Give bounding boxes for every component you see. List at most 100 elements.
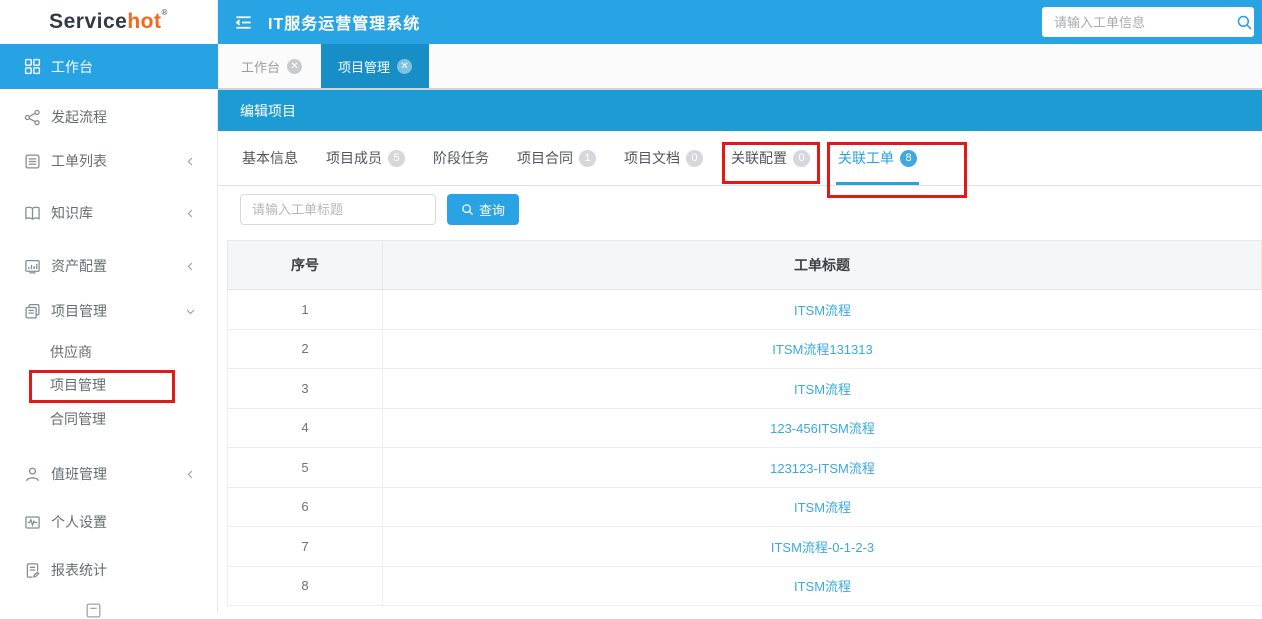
- sidebar-item-duty-management[interactable]: 值班管理: [0, 452, 218, 496]
- tab-label: 关联工单: [838, 148, 894, 168]
- row-index: 5: [228, 448, 383, 487]
- sidebar-subitem-suppliers[interactable]: 供应商: [0, 336, 218, 368]
- row-index: 1: [228, 290, 383, 329]
- chevron-left-icon: [185, 208, 196, 219]
- sidebar-subitem-contract-management[interactable]: 合同管理: [0, 402, 218, 436]
- sidebar-subitem-project-management[interactable]: 项目管理: [0, 368, 218, 402]
- sidebar: Servicehot® 工作台 发起流程 工单列表: [0, 0, 218, 613]
- row-index: 3: [228, 369, 383, 408]
- close-icon[interactable]: ✕: [287, 59, 302, 74]
- menu-fold-icon[interactable]: [233, 12, 254, 33]
- table-row: 3 ITSM流程: [227, 369, 1262, 409]
- tab-label: 项目成员: [326, 148, 382, 168]
- tab-related-tickets[interactable]: 关联工单 8: [836, 131, 919, 185]
- ticket-link[interactable]: ITSM流程: [794, 379, 851, 398]
- grid-icon: [24, 58, 41, 75]
- tab-related-config[interactable]: 关联配置 0: [729, 131, 812, 185]
- close-icon[interactable]: ✕: [397, 59, 412, 74]
- window-tab-label: 项目管理: [338, 57, 390, 76]
- ticket-list-icon: [24, 153, 41, 170]
- count-badge: 0: [793, 150, 810, 167]
- main-area: IT服务运营管理系统 工作台 ✕ 项目管理 ✕ 编辑项目 基本信息 项目成员 5: [218, 0, 1262, 613]
- column-header-title: 工单标题: [383, 241, 1261, 289]
- registered-mark: ®: [161, 8, 167, 17]
- chevron-down-icon: [185, 306, 196, 317]
- sidebar-item-label: 工单列表: [51, 151, 107, 171]
- row-index: 6: [228, 488, 383, 527]
- table-row: 1 ITSM流程: [227, 290, 1262, 330]
- logo-area: Servicehot®: [0, 0, 217, 44]
- report-doc-icon: [24, 562, 41, 579]
- chevron-left-icon: [185, 156, 196, 167]
- table-row: 2 ITSM流程131313: [227, 330, 1262, 370]
- person-icon: [24, 466, 41, 483]
- window-tab-workbench[interactable]: 工作台 ✕: [228, 44, 315, 88]
- tab-project-documents[interactable]: 项目文档 0: [622, 131, 705, 185]
- row-index: 2: [228, 330, 383, 369]
- sidebar-item-personal-settings[interactable]: 个人设置: [0, 500, 218, 544]
- window-tab-project-management[interactable]: 项目管理 ✕: [321, 44, 429, 88]
- edit-project-title: 编辑项目: [240, 101, 296, 121]
- ticket-link[interactable]: 123123-ITSM流程: [770, 458, 875, 477]
- edit-project-banner: 编辑项目: [218, 90, 1262, 131]
- app-title: IT服务运营管理系统: [268, 10, 420, 34]
- sidebar-item-label: 个人设置: [51, 512, 107, 532]
- tab-label: 阶段任务: [433, 148, 489, 168]
- sidebar-item-label: 报表统计: [51, 560, 107, 580]
- header-search-box: [1042, 7, 1254, 37]
- tab-phase-tasks[interactable]: 阶段任务: [431, 131, 491, 185]
- sidebar-item-workbench[interactable]: 工作台: [0, 44, 218, 89]
- sidebar-subitem-label: 项目管理: [50, 375, 106, 395]
- sidebar-item-asset-config[interactable]: 资产配置: [0, 244, 218, 288]
- window-tab-bar: 工作台 ✕ 项目管理 ✕: [218, 44, 1262, 90]
- detail-tab-bar: 基本信息 项目成员 5 阶段任务 项目合同 1 项目文档 0 关联配置 0 关联…: [218, 131, 1262, 186]
- sidebar-item-label: 知识库: [51, 203, 93, 223]
- sidebar-item-label: 项目管理: [51, 301, 107, 321]
- ticket-link[interactable]: 123-456ITSM流程: [770, 418, 875, 437]
- row-index: 4: [228, 409, 383, 448]
- sidebar-item-label: 资产配置: [51, 256, 107, 276]
- ticket-link[interactable]: ITSM流程: [794, 497, 851, 516]
- ticket-link[interactable]: ITSM流程131313: [772, 339, 872, 358]
- table-row: 6 ITSM流程: [227, 488, 1262, 528]
- table-row: 7 ITSM流程-0-1-2-3: [227, 527, 1262, 567]
- column-header-index: 序号: [228, 241, 383, 289]
- sidebar-item-label: 发起流程: [51, 107, 107, 127]
- tab-project-members[interactable]: 项目成员 5: [324, 131, 407, 185]
- tab-basic-info[interactable]: 基本信息: [240, 131, 300, 185]
- window-tab-label: 工作台: [241, 57, 280, 76]
- sidebar-item-label: 工作台: [51, 57, 93, 77]
- filter-row: 查询: [218, 194, 1262, 226]
- ticket-title-search-input[interactable]: [240, 194, 436, 225]
- search-icon[interactable]: [1236, 14, 1253, 31]
- truncated-sidebar-icon: [85, 602, 102, 619]
- chevron-left-icon: [185, 469, 196, 480]
- table-row: 4 123-456ITSM流程: [227, 409, 1262, 449]
- book-icon: [24, 205, 41, 222]
- count-badge: 8: [900, 150, 917, 167]
- sidebar-item-ticket-list[interactable]: 工单列表: [0, 139, 218, 183]
- tab-label: 项目文档: [624, 148, 680, 168]
- ticket-link[interactable]: ITSM流程: [794, 576, 851, 595]
- logo-text-primary: Service: [49, 10, 127, 33]
- query-button[interactable]: 查询: [447, 194, 519, 225]
- waveform-icon: [24, 514, 41, 531]
- sidebar-item-report-statistics[interactable]: 报表统计: [0, 548, 218, 592]
- table-header-row: 序号 工单标题: [227, 240, 1262, 290]
- tickets-table: 序号 工单标题 1 ITSM流程 2 ITSM流程131313 3 ITSM流程…: [227, 240, 1262, 606]
- sidebar-item-project-management[interactable]: 项目管理: [0, 289, 218, 333]
- ticket-link[interactable]: ITSM流程-0-1-2-3: [771, 537, 874, 556]
- sidebar-item-label: 值班管理: [51, 464, 107, 484]
- header-search-input[interactable]: [1042, 15, 1236, 30]
- row-index: 7: [228, 527, 383, 566]
- tab-project-contracts[interactable]: 项目合同 1: [515, 131, 598, 185]
- tab-label: 基本信息: [242, 148, 298, 168]
- app-header: IT服务运营管理系统: [218, 0, 1262, 44]
- logo-text-accent: hot: [127, 10, 161, 33]
- sidebar-item-initiate-flow[interactable]: 发起流程: [0, 95, 218, 139]
- ticket-link[interactable]: ITSM流程: [794, 300, 851, 319]
- table-row: 8 ITSM流程: [227, 567, 1262, 607]
- sidebar-item-knowledge-base[interactable]: 知识库: [0, 191, 218, 235]
- stacked-docs-icon: [24, 303, 41, 320]
- tab-label: 项目合同: [517, 148, 573, 168]
